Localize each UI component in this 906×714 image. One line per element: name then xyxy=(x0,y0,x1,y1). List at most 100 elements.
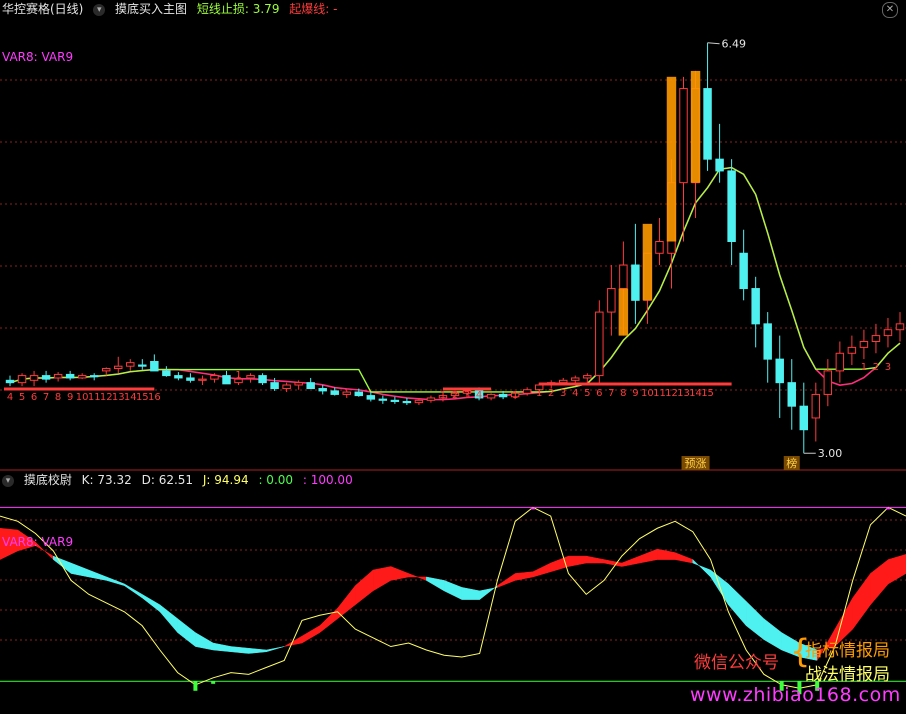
candle-body xyxy=(715,158,724,172)
oversold-bar xyxy=(211,681,216,684)
candle-body xyxy=(342,391,351,395)
count-label: 6 xyxy=(31,392,37,403)
extra2-label: : 100.00 xyxy=(302,473,353,487)
chart-stage: 4 5 6 7 8 9 10 11 12 13 14 15 16 1 1 2 3 4 1 1 2 3 4 5 6 7 8 9 10 11 1… xyxy=(0,0,906,710)
count-label: 14 xyxy=(689,388,702,399)
kd-ribbon-segment xyxy=(88,569,107,581)
kd-ribbon-segment xyxy=(124,583,143,599)
kd-ribbon-segment xyxy=(674,552,694,564)
kd-ribbon-segment xyxy=(657,548,676,560)
candle-body xyxy=(101,368,111,372)
chart-svg: 4 5 6 7 8 9 10 11 12 13 14 15 1611 2 3 4 1 1 2 3 4 5 6 7 8 9 10 11 1… xyxy=(0,38,906,695)
candle-body xyxy=(775,358,784,384)
kd-ribbon-segment xyxy=(141,593,161,613)
candle-body xyxy=(859,340,869,348)
count-label: 5 xyxy=(19,392,25,403)
extra1-label: : 0.00 xyxy=(258,473,294,487)
tag-yuzhang: 预涨 xyxy=(685,457,707,470)
candle-body xyxy=(29,375,39,381)
candle-body xyxy=(270,382,279,390)
kd-ribbon-segment xyxy=(426,576,445,592)
kd-ribbon-segment xyxy=(728,583,747,627)
d-label: D: 62.51 xyxy=(141,473,194,487)
kd-ribbon-segment xyxy=(639,548,658,564)
count-label: 9 xyxy=(67,392,73,403)
chevron-down-icon[interactable]: ▾ xyxy=(93,3,106,16)
kd-ribbon-segment xyxy=(568,555,587,567)
count-label: 2 xyxy=(873,362,879,373)
count-label: 14 xyxy=(124,392,137,403)
count-label: 1 xyxy=(536,388,542,399)
count-label: 3 xyxy=(560,388,566,399)
stop-loss-label: 短线止损: 3.79 xyxy=(196,2,280,16)
kd-ribbon-segment xyxy=(70,562,90,578)
candle-body xyxy=(787,382,796,407)
count-label: 11 xyxy=(88,392,101,403)
count-label: 8 xyxy=(55,392,61,403)
candle-body xyxy=(871,335,881,342)
kd-ribbon-segment xyxy=(195,632,214,651)
candle-body xyxy=(162,370,171,377)
count-label: 1 xyxy=(235,370,241,381)
main-header: 华控赛格(日线) ▾ 摸底买入主图 短线止损: 3.79 起爆线: - xyxy=(2,0,343,18)
candle-body xyxy=(65,373,75,379)
candle-body xyxy=(330,390,339,395)
kd-ribbon-segment xyxy=(887,554,906,585)
chevron-down-icon[interactable]: ▾ xyxy=(2,474,14,487)
candle-body xyxy=(847,346,857,354)
candle-body xyxy=(426,397,436,401)
sub-header: ▾ 摸底校尉 K: 73.32 D: 62.51 J: 94.94 : 0.00… xyxy=(2,471,359,489)
count-label: 1 xyxy=(861,362,867,373)
count-label: 7 xyxy=(43,392,49,403)
candle-body xyxy=(631,264,640,301)
count-label: 2 xyxy=(452,390,458,401)
count-label: 10 xyxy=(76,392,89,403)
count-label: 13 xyxy=(677,388,690,399)
count-label: 13 xyxy=(112,392,125,403)
count-label: 16 xyxy=(148,392,161,403)
candle-body xyxy=(727,170,736,242)
stock-name[interactable]: 华控赛格(日线) xyxy=(2,2,83,16)
candle-body xyxy=(198,378,207,381)
count-label: 4 xyxy=(7,392,13,403)
kd-ribbon-segment xyxy=(212,642,232,653)
count-label: 3 xyxy=(885,362,891,373)
candle-body xyxy=(823,370,833,395)
kd-ribbon-segment xyxy=(692,558,711,578)
watermark-wechat: 微信公众号 xyxy=(694,653,779,673)
candle-body xyxy=(583,375,592,379)
count-label: 2 xyxy=(548,388,554,399)
candle-body xyxy=(17,375,27,384)
candle-body xyxy=(5,379,15,384)
k-label: K: 73.32 xyxy=(81,473,132,487)
watermark-brand-bottom: 战法情报局 xyxy=(805,665,890,685)
candle-body xyxy=(486,393,496,399)
kd-ribbon-segment xyxy=(514,571,534,581)
candle-body xyxy=(811,393,821,419)
candle-body xyxy=(53,373,63,379)
count-label: 4 xyxy=(572,388,578,399)
orange-signal-bar xyxy=(642,223,653,301)
high-pointer xyxy=(707,42,720,45)
candle-body xyxy=(498,393,508,398)
candle-body xyxy=(378,398,388,401)
start-line-label: 起爆线: - xyxy=(289,2,338,16)
kd-ribbon-segment xyxy=(461,587,480,600)
candle-body xyxy=(186,377,195,381)
count-label: 4 xyxy=(476,390,482,401)
candle-body xyxy=(77,375,87,379)
candle-body xyxy=(895,323,905,331)
kd-ribbon-segment xyxy=(443,580,463,600)
count-label: 6 xyxy=(596,388,602,399)
sub-indicator-name[interactable]: 摸底校尉 xyxy=(24,473,72,487)
high-value-label: 6.49 xyxy=(722,38,747,51)
orange-signal-bar xyxy=(666,76,677,242)
count-label: 12 xyxy=(100,392,113,403)
candle-body xyxy=(763,323,772,360)
low-value-label: 3.00 xyxy=(818,447,843,460)
close-icon[interactable]: ✕ xyxy=(882,2,898,18)
candle-body xyxy=(246,375,255,379)
main-indicator-name[interactable]: 摸底买入主图 xyxy=(115,2,187,16)
count-label: 9 xyxy=(632,388,638,399)
candle-body xyxy=(619,264,628,290)
